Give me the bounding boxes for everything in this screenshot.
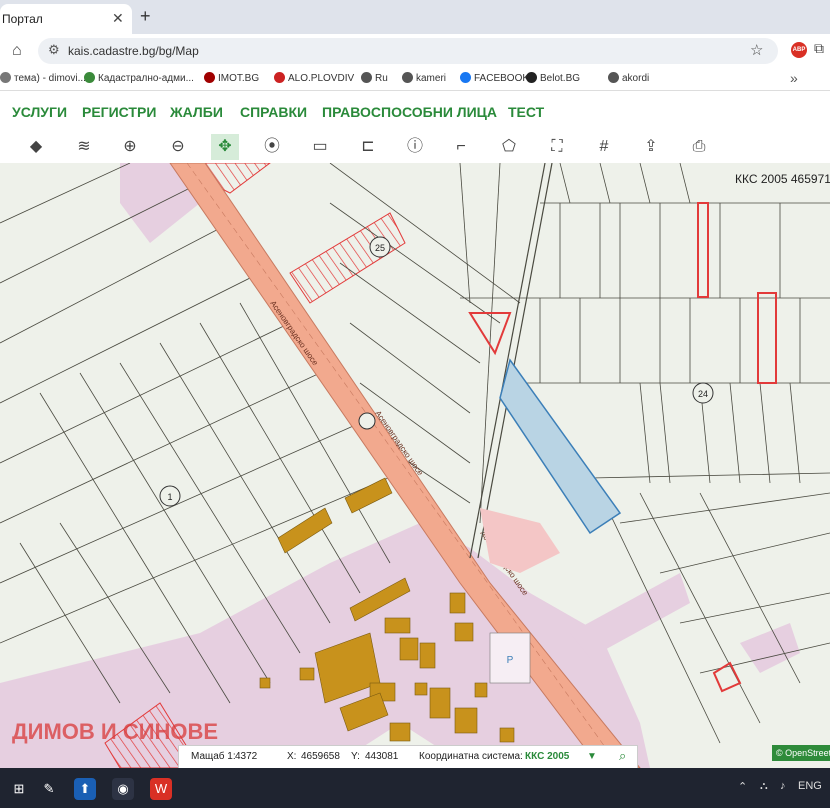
os-taskbar: ⊞ ✎ ⬆ ◉ W ⌃ ⛬ ♪ ENG	[0, 768, 830, 808]
home-icon[interactable]: ⌂	[12, 42, 22, 60]
export-icon[interactable]: ⇪	[637, 134, 665, 160]
x-label: X:	[287, 751, 297, 762]
menu-item[interactable]: ТЕСТ	[508, 104, 544, 120]
bookmark-label: Кадастрално-адми...	[98, 73, 194, 84]
watermark-text: ДИМОВ И СИНОВЕ	[12, 719, 218, 744]
bookmark-item[interactable]: ALO.PLOVDIV	[274, 72, 354, 84]
bookmark-favicon-icon	[361, 72, 372, 83]
info-icon[interactable]: ⓘ	[401, 134, 429, 160]
tab-title: Портал	[2, 12, 43, 26]
bookmark-favicon-icon	[460, 72, 471, 83]
polygon-icon[interactable]: ⬠	[495, 134, 523, 160]
bookmark-favicon-icon	[402, 72, 413, 83]
bookmark-item[interactable]: akordi	[608, 72, 649, 84]
menu-item[interactable]: ЖАЛБИ	[170, 104, 223, 120]
new-tab-button[interactable]: +	[140, 6, 151, 27]
measure-icon[interactable]: ⌐	[447, 134, 475, 160]
bookmark-favicon-icon	[526, 72, 537, 83]
bookmark-favicon-icon	[0, 72, 11, 83]
bookmark-item[interactable]: IMOT.BG	[204, 72, 259, 84]
bookmark-label: ALO.PLOVDIV	[288, 73, 355, 84]
bookmark-favicon-icon	[274, 72, 285, 83]
adblock-extension-icon[interactable]: ABP	[791, 42, 807, 58]
bookmark-label: kameri	[416, 73, 447, 84]
url-field[interactable]: ⚙ kais.cadastre.bg/bg/Map ☆	[38, 38, 778, 64]
menu-item[interactable]: РЕГИСТРИ	[82, 104, 156, 120]
bookmark-label: IMOT.BG	[218, 73, 260, 84]
address-bar-row: ⌂ ⚙ kais.cadastre.bg/bg/Map ☆ ABP ⧉	[0, 34, 830, 68]
parcel-number-25[interactable]: 25	[369, 236, 391, 258]
bookmark-label: akordi	[622, 73, 650, 84]
parcel-number-label: 25	[375, 243, 385, 253]
chrome-icon[interactable]: ◉	[112, 778, 134, 800]
bookmark-label: Belot.BG	[540, 73, 581, 84]
tray-chevron-icon[interactable]: ⌃	[738, 780, 747, 793]
menu-item[interactable]: УСЛУГИ	[12, 104, 67, 120]
browser-tab[interactable]: Портал ✕	[0, 4, 132, 34]
app-icon[interactable]: ✎	[38, 778, 60, 800]
crs-select[interactable]: ККС 2005	[525, 751, 569, 762]
y-label: Y:	[351, 751, 360, 762]
bookmark-item[interactable]: тема) - dimovi...	[0, 72, 86, 84]
tray-volume-icon[interactable]: ♪	[780, 780, 786, 792]
print-icon[interactable]: ⎙	[685, 134, 713, 160]
crs-label: ККС 2005 465971	[735, 172, 830, 186]
base-layer-icon[interactable]: ◆	[22, 134, 50, 160]
windows-start-icon[interactable]: ⊞	[8, 778, 30, 800]
tab-close-icon[interactable]: ✕	[112, 10, 124, 27]
select-rectangle-icon[interactable]: ▭	[306, 134, 334, 160]
bookmark-star-icon[interactable]: ☆	[750, 41, 763, 59]
parcel-number-1[interactable]: 1	[159, 485, 181, 507]
map-status-bar: Мащаб 1: 4372 X: 4659658 Y: 443081 Коорд…	[178, 745, 638, 769]
bookmark-item[interactable]: Ru	[361, 72, 388, 84]
road-marker	[358, 412, 376, 430]
x-coordinate: 4659658	[301, 751, 340, 762]
tray-network-icon[interactable]: ⛬	[760, 780, 768, 793]
map-canvas[interactable]: Асеновградско шосе Асеновградско шосе Ас…	[0, 163, 830, 768]
app-icon[interactable]: ⬆	[74, 778, 96, 800]
parcel-number-label: 1	[167, 492, 172, 502]
bookmark-item[interactable]: Belot.BG	[526, 72, 580, 84]
scale-value[interactable]: 4372	[235, 751, 257, 762]
url-text[interactable]: kais.cadastre.bg/bg/Map	[68, 44, 199, 58]
bookmark-item[interactable]: kameri	[402, 72, 446, 84]
menu-item[interactable]: ПРАВОСПОСОБНИ ЛИЦА	[322, 104, 497, 120]
bookmark-item[interactable]: FACEBOOK	[460, 72, 529, 84]
menu-item[interactable]: СПРАВКИ	[240, 104, 307, 120]
bookmark-favicon-icon	[84, 72, 95, 83]
extensions-icon[interactable]: ⧉	[814, 40, 824, 57]
osm-credit[interactable]: © OpenStreetMap	[772, 745, 830, 761]
parking-label: P	[507, 655, 514, 666]
search-icon[interactable]: ⌕	[619, 748, 626, 764]
layers-icon[interactable]: ≋	[70, 134, 98, 160]
crs-dropdown-icon[interactable]: ▼	[587, 751, 597, 762]
bookmark-favicon-icon	[204, 72, 215, 83]
y-coordinate: 443081	[365, 751, 399, 762]
deselect-rectangle-icon[interactable]: ⊏	[354, 134, 382, 160]
grid-icon[interactable]: #	[590, 134, 618, 160]
scale-label: Мащаб 1:	[191, 751, 236, 762]
map-icon[interactable]: ⛶	[543, 134, 571, 160]
parcel-number-label: 24	[698, 389, 708, 399]
location-pin-icon[interactable]: ⦿	[258, 134, 286, 160]
bookmark-item[interactable]: Кадастрално-адми...	[84, 72, 194, 84]
bookmark-favicon-icon	[608, 72, 619, 83]
map-toolbar: ◆ ≋ ⊕ ⊖ ✥ ⦿ ▭ ⊏ ⓘ ⌐ ⬠ ⛶ # ⇪ ⎙	[0, 131, 830, 164]
bookmark-label: FACEBOOK	[474, 73, 530, 84]
language-indicator[interactable]: ENG	[798, 780, 822, 792]
browser-tab-bar: Портал ✕ +	[0, 0, 830, 34]
pan-icon[interactable]: ✥	[211, 134, 239, 160]
bookmark-label: тема) - dimovi...	[14, 73, 86, 84]
wps-icon[interactable]: W	[150, 778, 172, 800]
crs-system-label: Координатна система:	[419, 751, 523, 762]
site-info-icon[interactable]: ⚙	[48, 42, 60, 58]
bookmarks-more-icon[interactable]: »	[790, 70, 798, 86]
zoom-out-icon[interactable]: ⊖	[164, 134, 192, 160]
bookmark-label: Ru	[375, 73, 388, 84]
parcel-number-24[interactable]: 24	[692, 382, 714, 404]
cadastral-map[interactable]: Асеновградско шосе Асеновградско шосе Ас…	[0, 163, 830, 768]
zoom-in-icon[interactable]: ⊕	[116, 134, 144, 160]
bookmarks-bar: тема) - dimovi... Кадастрално-адми... IMOT…	[0, 68, 830, 91]
site-menu: УСЛУГИ РЕГИСТРИ ЖАЛБИ СПРАВКИ ПРАВОСПОСОБНИ …	[0, 91, 830, 131]
